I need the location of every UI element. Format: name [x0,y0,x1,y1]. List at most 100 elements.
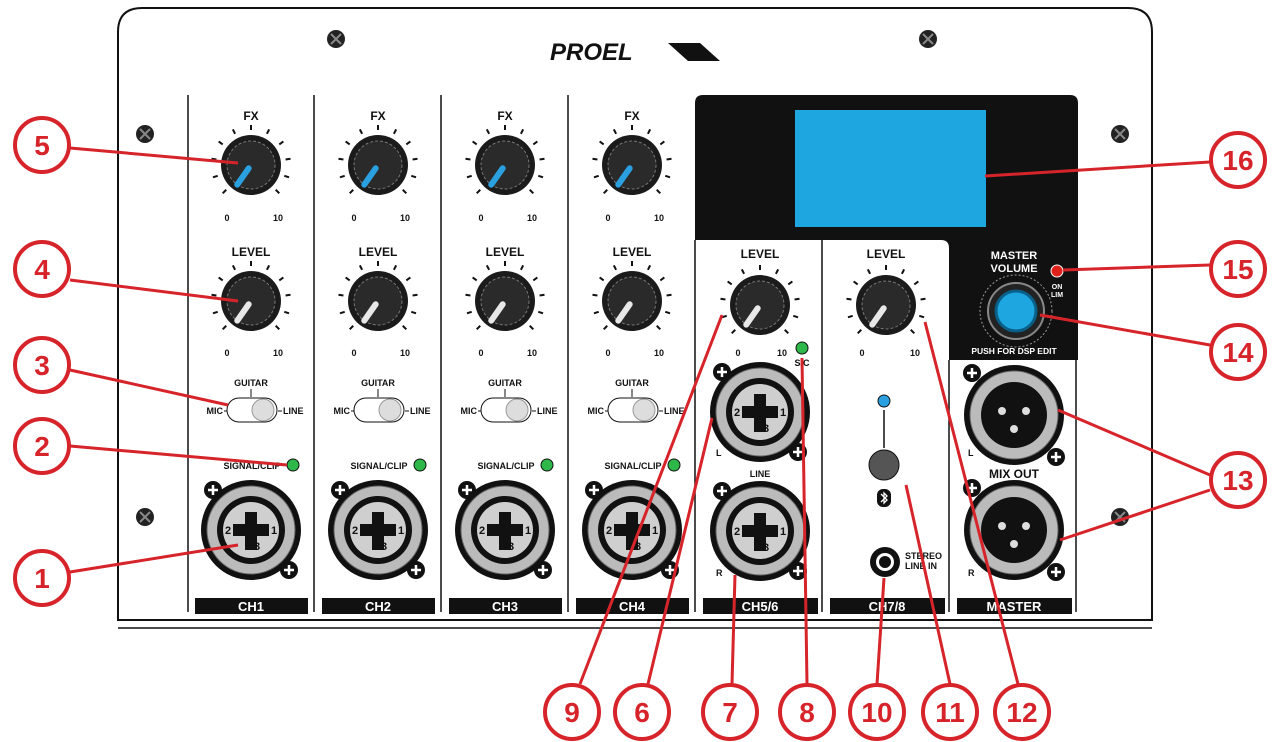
ch56-combo-jack-r[interactable]: 2 13 [710,481,810,581]
svg-text:0: 0 [605,213,610,223]
stereo-line-in-jack[interactable] [870,547,900,577]
screw-icon [327,30,345,48]
signal-clip-label: SIGNAL/CLIP [477,461,534,471]
svg-text:1: 1 [652,525,658,537]
callout-number: 6 [634,697,650,728]
mic-label: MIC [461,406,478,416]
svg-text:0: 0 [478,348,483,358]
channel-label: CH1 [238,599,264,614]
signal-clip-led [540,458,554,472]
brand-text: PROEL [550,39,633,66]
limiter-led [1050,264,1064,278]
line-label: LINE [664,406,685,416]
signal-clip-label: SIGNAL/CLIP [350,461,407,471]
svg-text:L: L [716,448,722,458]
svg-text:10: 10 [527,348,537,358]
svg-text:10: 10 [527,213,537,223]
svg-text:10: 10 [777,348,787,358]
level-label: LEVEL [486,245,525,259]
push-label: PUSH FOR DSP EDIT [971,346,1057,356]
svg-text:1: 1 [780,407,786,419]
line-label: LINE [537,406,558,416]
combo-input-jack[interactable]: 2 13 [328,480,428,580]
mic-label: MIC [588,406,605,416]
svg-text:3: 3 [381,541,387,553]
callout-number: 1 [34,563,50,594]
screw-icon [919,30,937,48]
svg-text:10: 10 [273,348,283,358]
mic-line-switch[interactable] [353,397,405,423]
bluetooth-button[interactable] [868,449,900,481]
signal-clip-led [286,458,300,472]
mic-line-switch[interactable] [607,397,659,423]
svg-text:0: 0 [859,348,864,358]
callout-number: 13 [1222,465,1253,496]
fx-label: FX [497,109,512,123]
fx-label: FX [370,109,385,123]
ch78-level-label: LEVEL [867,247,906,261]
callout-number: 7 [722,697,738,728]
ch56-label: CH5/6 [742,599,779,614]
svg-text:0: 0 [478,213,483,223]
mixer-panel-diagram: PROEL FX0 10LEVEL0 10GUITARMIC LINESIGNAL/C… [13,7,1267,741]
level-label: LEVEL [232,245,271,259]
svg-text:10: 10 [400,213,410,223]
fx-label: FX [624,109,639,123]
svg-text:0: 0 [351,213,356,223]
callout-number: 9 [564,697,580,728]
combo-input-jack[interactable]: 2 13 [201,480,301,580]
svg-text:2: 2 [479,525,485,537]
svg-text:0: 0 [605,348,610,358]
callout-number: 2 [34,431,50,462]
combo-input-jack[interactable]: 2 13 [582,480,682,580]
combo-input-jack[interactable]: 2 13 [455,480,555,580]
svg-text:1: 1 [525,525,531,537]
fx-label: FX [243,109,258,123]
screw-icon [136,125,154,143]
guitar-label: GUITAR [615,378,649,388]
mic-line-switch[interactable] [480,397,532,423]
svg-text:2: 2 [352,525,358,537]
ch56-combo-jack-l[interactable]: 2 13 [710,362,810,462]
svg-text:10: 10 [910,348,920,358]
svg-text:MASTER: MASTER [991,250,1038,262]
callout-number: 10 [861,697,892,728]
lcd-display [795,110,986,227]
channel-label: CH2 [365,599,391,614]
callout-number: 4 [34,254,50,285]
bluetooth-led [877,394,891,408]
svg-text:1: 1 [780,526,786,538]
master-volume-knob[interactable] [979,274,1053,348]
svg-text:10: 10 [273,213,283,223]
mic-label: MIC [334,406,351,416]
svg-text:2: 2 [734,526,740,538]
bluetooth-icon [877,489,891,507]
callout-number: 15 [1222,254,1253,285]
screw-icon [136,508,154,526]
channel-label: CH3 [492,599,518,614]
line-label: LINE [750,469,771,479]
level-label: LEVEL [359,245,398,259]
master-label: MASTER [987,599,1043,614]
callout-number: 14 [1222,337,1254,368]
callout-number: 3 [34,350,50,381]
sc-led [795,341,809,355]
svg-text:R: R [968,568,975,578]
svg-text:2: 2 [225,525,231,537]
callout-number: 12 [1006,697,1037,728]
svg-text:2: 2 [734,407,740,419]
line-in-label: LINE IN [905,561,937,571]
svg-text:0: 0 [351,348,356,358]
svg-text:R: R [716,568,723,578]
svg-text:0: 0 [224,348,229,358]
line-label: LINE [410,406,431,416]
signal-clip-led [667,458,681,472]
guitar-label: GUITAR [361,378,395,388]
callout-number: 5 [34,130,50,161]
signal-clip-led [413,458,427,472]
svg-text:10: 10 [400,348,410,358]
guitar-label: GUITAR [234,378,268,388]
svg-text:3: 3 [763,542,769,554]
mic-line-switch[interactable] [226,397,278,423]
svg-text:1: 1 [271,525,277,537]
